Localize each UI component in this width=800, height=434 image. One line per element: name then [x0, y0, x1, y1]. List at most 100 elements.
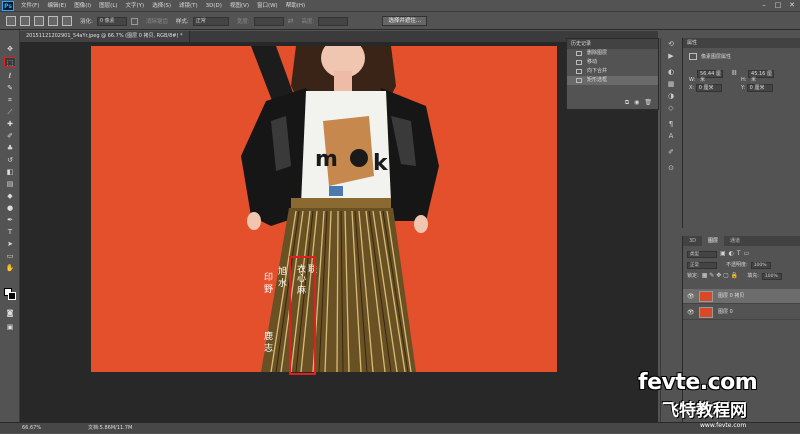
canvas-text-line3: 旭 水 — [276, 266, 286, 287]
path-select-icon[interactable]: ➤ — [4, 239, 16, 249]
eraser-tool-icon[interactable]: ◧ — [4, 167, 16, 177]
adjust-panel-icon[interactable]: ◑ — [666, 92, 676, 101]
menu-image[interactable]: 图像(I) — [70, 0, 95, 12]
filter-adjust-icon[interactable]: ◐ — [729, 250, 734, 258]
antialias-checkbox[interactable] — [130, 17, 138, 25]
screen-mode-icon[interactable]: ▣ — [4, 322, 16, 332]
layer-item-selected[interactable]: 👁 图层 0 拷贝 — [683, 289, 800, 304]
layer-item[interactable]: 👁 图层 0 — [683, 305, 800, 320]
tab-layers[interactable]: 图层 — [702, 236, 725, 246]
character-panel-icon[interactable]: A — [666, 132, 676, 141]
eye-icon[interactable]: 👁 — [687, 305, 695, 320]
fg-bg-colors[interactable] — [4, 288, 16, 300]
zoom-level[interactable]: 66.67% — [22, 423, 41, 434]
trash-icon[interactable]: 🗑 — [644, 99, 652, 107]
stamp-tool-icon[interactable]: ♣ — [4, 143, 16, 153]
intersect-selection-icon[interactable] — [62, 16, 72, 26]
pen-tool-icon[interactable]: ✒ — [4, 215, 16, 225]
menu-layer[interactable]: 图层(L) — [95, 0, 121, 12]
select-and-mask-button[interactable]: 选择并遮住... — [382, 16, 428, 26]
move-tool-icon[interactable]: ✥ — [4, 44, 16, 54]
menu-window[interactable]: 窗口(W) — [253, 0, 282, 12]
eyedropper-tool-icon[interactable]: ⟋ — [4, 107, 16, 117]
dodge-tool-icon[interactable]: ● — [4, 203, 16, 213]
height-input[interactable] — [318, 16, 349, 26]
canvas-vertical-text-3: 印 野 — [257, 272, 272, 293]
document-canvas[interactable]: m k 衣心 麻 旭 水 印 野 联 鹿 志 — [91, 46, 557, 372]
feather-input[interactable]: 0 像素 — [96, 16, 127, 26]
new-doc-from-state-icon[interactable]: ⧉ — [625, 99, 629, 107]
width-input[interactable] — [253, 16, 284, 26]
hand-tool-icon[interactable]: ✋ — [4, 263, 16, 273]
link-icon[interactable]: ⛓ — [731, 70, 737, 76]
document-info[interactable]: 文档:5.86M/11.7M — [88, 423, 132, 434]
snapshot-icon[interactable]: ◉ — [634, 99, 639, 107]
add-selection-icon[interactable] — [34, 16, 44, 26]
fill-input[interactable]: 100% — [761, 272, 782, 280]
history-footer: ⧉ ◉ 🗑 — [625, 99, 652, 107]
actions-panel-icon[interactable]: ▶ — [666, 52, 676, 61]
menu-filter[interactable]: 滤镜(T) — [175, 0, 202, 12]
tab-channels[interactable]: 通道 — [724, 236, 746, 246]
y-input[interactable]: 0 厘米 — [746, 84, 773, 92]
watermark-url: www.fevte.com — [700, 422, 747, 429]
background-color-swatch[interactable] — [8, 292, 16, 300]
history-panel-icon[interactable]: ⟲ — [666, 40, 676, 49]
canvas-vertical-text-2: 旭 水 — [271, 266, 286, 287]
blend-mode-select[interactable]: 正常 — [687, 261, 717, 269]
maximize-icon[interactable]: □ — [774, 1, 782, 10]
x-input[interactable]: 0 厘米 — [695, 84, 722, 92]
height-label: 高度: — [301, 19, 315, 25]
menu-file[interactable]: 文件(F) — [17, 0, 43, 12]
subtract-selection-icon[interactable] — [48, 16, 58, 26]
new-selection-icon[interactable] — [20, 16, 30, 26]
h-input[interactable]: 45.16 厘米 — [748, 70, 775, 83]
text-tool-icon[interactable]: T — [4, 227, 16, 237]
crop-tool-icon[interactable]: ⌗ — [4, 95, 16, 105]
lasso-tool-icon[interactable]: ℓ — [4, 71, 16, 81]
svg-text:k: k — [373, 151, 389, 176]
layer-kind-select[interactable]: 类型 — [687, 250, 717, 258]
opacity-input[interactable]: 100% — [750, 261, 771, 269]
w-input[interactable]: 56.44 厘米 — [696, 70, 723, 83]
clone-source-icon[interactable]: ⊙ — [666, 164, 676, 173]
filter-shape-icon[interactable]: ▭ — [744, 250, 750, 258]
history-item[interactable]: 移动 — [567, 58, 658, 67]
quick-select-tool-icon[interactable]: ✎ — [4, 83, 16, 93]
swatches-panel-icon[interactable]: ▦ — [666, 80, 676, 89]
rect-selection-highlight — [289, 256, 316, 375]
gradient-tool-icon[interactable]: ▤ — [4, 179, 16, 189]
eye-icon[interactable]: 👁 — [687, 289, 695, 304]
menu-edit[interactable]: 编辑(E) — [43, 0, 70, 12]
history-item-selected[interactable]: 矩形选框 — [567, 76, 658, 85]
close-icon[interactable]: ✕ — [788, 1, 796, 10]
tab-3d[interactable]: 3D — [683, 236, 702, 246]
brush-panel-icon[interactable]: ✐ — [666, 148, 676, 157]
minimize-icon[interactable]: – — [760, 1, 768, 10]
healing-tool-icon[interactable]: ✚ — [4, 119, 16, 129]
history-item[interactable]: 向下合并 — [567, 67, 658, 76]
style-select[interactable]: 正常 — [192, 16, 229, 26]
quick-mask-icon[interactable]: ◙ — [4, 308, 16, 318]
history-brush-icon[interactable]: ↺ — [4, 155, 16, 165]
document-tab[interactable]: 20151121202901_54aYr.jpeg @ 66.7% (图层 0 … — [20, 31, 190, 42]
marquee-preset-icon[interactable] — [6, 16, 16, 26]
history-step-icon — [576, 78, 582, 83]
filter-text-icon[interactable]: T — [737, 250, 741, 258]
swap-icon[interactable]: ⇄ — [288, 17, 294, 25]
menu-type[interactable]: 文字(Y) — [122, 0, 149, 12]
lock-icons[interactable]: ▦ ✎ ✥ ▢ 🔒 — [702, 272, 739, 280]
paragraph-panel-icon[interactable]: ¶ — [666, 120, 676, 129]
shape-tool-icon[interactable]: ▭ — [4, 251, 16, 261]
filter-pixel-icon[interactable]: ▣ — [720, 250, 726, 258]
menu-view[interactable]: 视图(V) — [226, 0, 253, 12]
menu-select[interactable]: 选择(S) — [148, 0, 175, 12]
color-panel-icon[interactable]: ◐ — [666, 68, 676, 77]
menu-3d[interactable]: 3D(D) — [202, 0, 226, 12]
history-item[interactable]: 删除图层 — [567, 49, 658, 58]
rect-marquee-tool-icon[interactable]: ⬚ — [4, 57, 16, 67]
brush-tool-icon[interactable]: ✐ — [4, 131, 16, 141]
menu-help[interactable]: 帮助(H) — [282, 0, 309, 12]
blur-tool-icon[interactable]: ◆ — [4, 191, 16, 201]
styles-panel-icon[interactable]: ◇ — [666, 104, 676, 113]
